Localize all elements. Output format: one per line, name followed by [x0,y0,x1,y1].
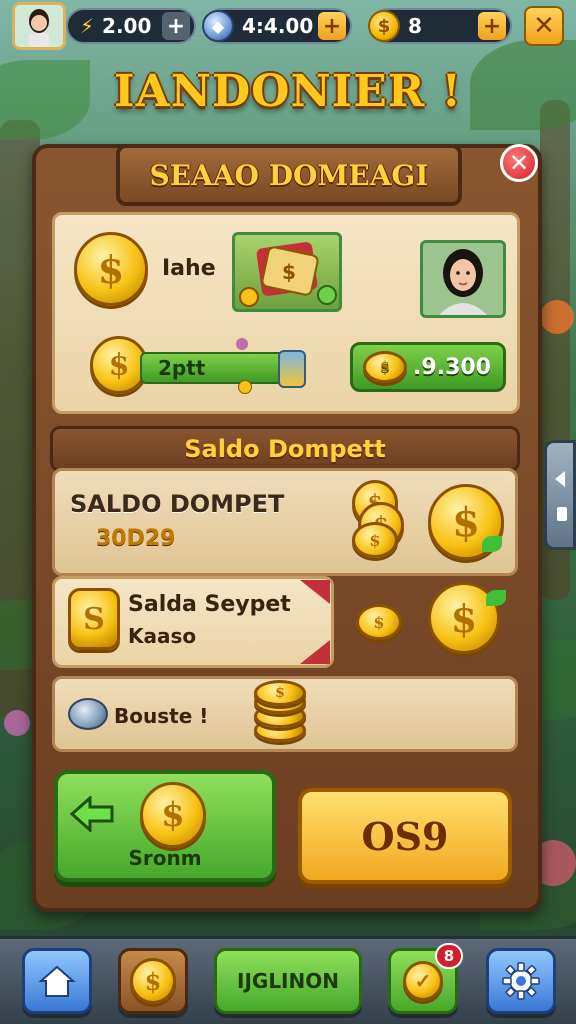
panel-banner-title: SEAAO DOMEAGI [116,144,462,206]
coin-stack-icon: $ [363,351,407,383]
wallet-illustration: $ [232,232,342,312]
progress-bar-label: 2ptt [158,356,206,380]
rewards-button[interactable]: ✓ 8 [388,943,463,1014]
notification-badge: 8 [435,943,463,969]
coin-dot-icon [238,380,252,394]
send-coin-icon: $ [140,782,206,848]
leaf-2-icon [486,590,506,606]
transfer-title: Salda Seypet [128,592,291,617]
chevron-left-icon [555,471,565,487]
panel-close-button[interactable]: ✕ [500,144,538,182]
game-title: IANDONIER ! [114,66,462,117]
progress-bar: 2ptt [140,352,290,384]
center-nav-button[interactable]: IJGLINON [214,948,362,1014]
gold-coin-icon: $ [74,232,148,306]
resource-2-value: 4:4.00 [242,14,314,38]
svg-text:$: $ [282,260,296,284]
add-resource-2-button[interactable]: + [318,12,346,40]
resource-1-value: 2.00 [102,14,152,38]
resource-counter-3: $ 8 + [368,8,512,44]
send-button[interactable]: $ Sronm [54,770,276,882]
jar-icon [278,350,306,388]
coins-button[interactable]: $ [118,948,188,1014]
resource-3-value: 8 [408,14,422,38]
add-resource-1-button[interactable]: + [162,12,190,40]
handle-icon [557,507,567,521]
transfer-subtitle: Kaaso [128,624,197,648]
home-button[interactable] [22,948,92,1014]
character-face-icon [423,243,503,315]
settings-button[interactable] [486,948,556,1014]
gem-icon: ◆ [202,10,234,42]
leaf-icon [482,536,502,552]
top-card-label: Iahe [162,256,216,281]
bolt-icon: ⚡ [80,14,95,38]
wallet-value: 30D29 [96,526,176,551]
arrow-left-icon [70,796,114,832]
balance-value: .9.300 [413,354,491,380]
character-portrait [420,240,506,318]
gem-dot-icon [236,338,248,350]
balance-button[interactable]: $ .9.300 [350,342,506,392]
player-portrait-icon [15,5,63,47]
coin-s-icon: S [68,588,120,650]
bonus-label: Bouste ! [114,704,209,728]
confirm-button[interactable]: OS9 [298,788,512,884]
coin-icon: $ [368,10,400,42]
resource-counter-2: ◆ 4:4.00 + [202,8,352,44]
gear-icon [502,962,540,1000]
player-avatar[interactable] [12,2,66,50]
send-button-label: Sronm [128,846,202,870]
home-icon [38,965,76,997]
wallet-icon: $ [239,242,337,307]
confirm-button-label: OS9 [361,813,449,859]
nav-coin-icon: $ [130,958,176,1004]
resource-counter-1: ⚡ 2.00 + [66,8,196,44]
reward-coin-icon: ✓ [403,961,443,1001]
silver-coin-icon [68,698,108,730]
side-drawer-tab[interactable] [544,440,576,550]
top-resource-bar: ⚡ 2.00 + ◆ 4:4.00 + $ 8 + ✕ [0,0,576,52]
coin-stack-bottom-icon: $ [352,522,398,558]
coin-pile-icon: $ [356,604,402,640]
center-nav-label: IJGLINON [237,969,339,993]
wallet-title: SALDO DOMPET [70,490,285,518]
add-resource-3-button[interactable]: + [478,12,506,40]
section-title: Saldo Dompett [50,426,520,472]
close-icon[interactable]: ✕ [524,6,564,46]
